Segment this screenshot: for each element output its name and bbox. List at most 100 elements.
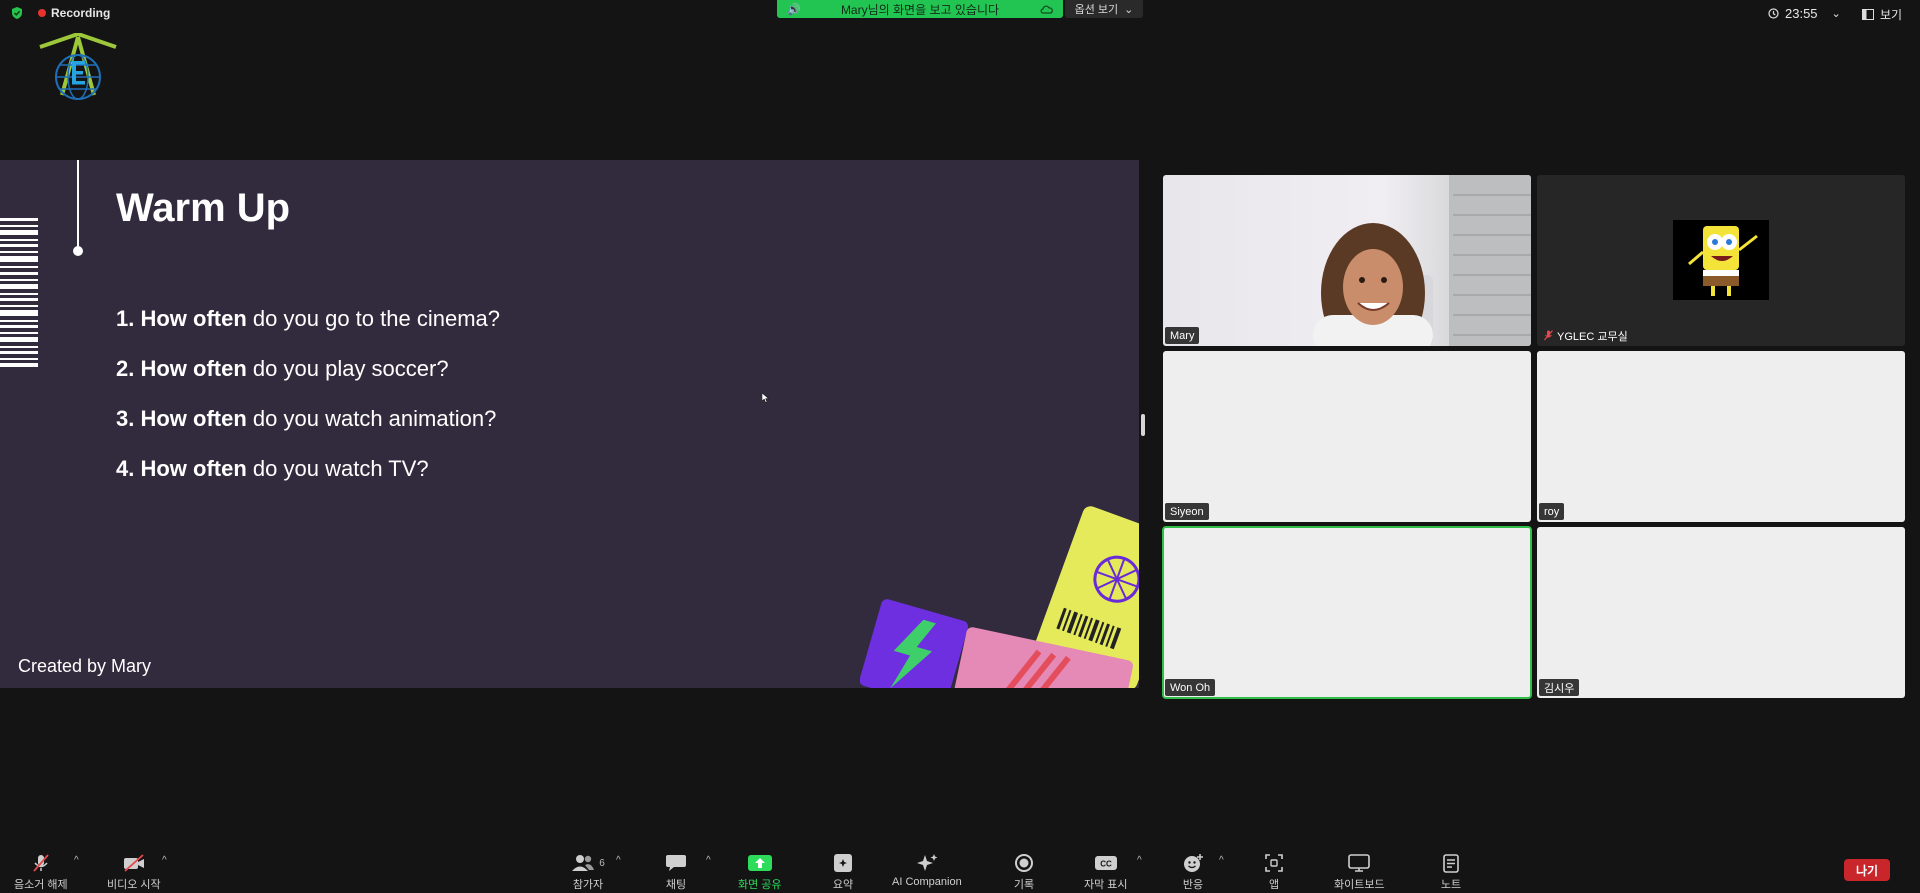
view-button[interactable]: 보기 bbox=[1862, 6, 1902, 23]
video-off-icon bbox=[123, 854, 144, 872]
reactions-label: 반응 bbox=[1182, 879, 1204, 891]
clock-time: 23:55 bbox=[1785, 6, 1818, 21]
question-item: 2. How often do you play soccer? bbox=[116, 356, 449, 382]
slide-line-dot bbox=[73, 246, 83, 256]
apps-button[interactable]: 앱 bbox=[1259, 853, 1289, 892]
slide-vertical-line bbox=[77, 160, 79, 250]
participant-name-tag: YGLEC 교무실 bbox=[1539, 327, 1633, 344]
shield-icon[interactable] bbox=[10, 6, 24, 20]
whiteboard-icon bbox=[1348, 854, 1371, 872]
share-screen-button[interactable]: 화면 공유 bbox=[738, 853, 782, 892]
question-text: do you watch TV? bbox=[246, 456, 429, 481]
ai-companion-button[interactable]: AI Companion bbox=[892, 853, 962, 888]
split-view-handle[interactable] bbox=[1141, 414, 1145, 436]
academy-logo bbox=[39, 33, 117, 100]
captions-options-caret-icon[interactable]: ^ bbox=[1137, 855, 1142, 866]
question-emphasis: How often bbox=[140, 356, 247, 381]
cloud-icon bbox=[1040, 5, 1053, 14]
video-tile-roy[interactable]: roy bbox=[1537, 351, 1905, 522]
grid-view-icon bbox=[1862, 9, 1874, 20]
video-tile-mary[interactable]: Mary bbox=[1163, 175, 1531, 346]
ai-companion-label: AI Companion bbox=[892, 876, 962, 888]
participant-name: 김시우 bbox=[1544, 682, 1575, 695]
chat-options-caret-icon[interactable]: ^ bbox=[706, 855, 711, 866]
question-number: 3. bbox=[116, 406, 135, 431]
question-number: 1. bbox=[116, 306, 135, 331]
participant-name-tag: Won Oh bbox=[1165, 679, 1216, 696]
chevron-down-icon: ⌄ bbox=[1831, 8, 1841, 20]
participant-name: Siyeon bbox=[1170, 505, 1204, 518]
participant-name: roy bbox=[1544, 505, 1560, 518]
question-emphasis: How often bbox=[140, 406, 247, 431]
summary-label: 요약 bbox=[832, 879, 854, 891]
clock-icon bbox=[1768, 8, 1779, 19]
ticket-illustration bbox=[860, 506, 1139, 688]
reactions-options-caret-icon[interactable]: ^ bbox=[1219, 855, 1224, 866]
share-screen-icon bbox=[747, 855, 772, 871]
participant-name-tag: Siyeon bbox=[1165, 503, 1209, 520]
question-emphasis: How often bbox=[140, 456, 247, 481]
leave-button[interactable]: 나기 bbox=[1844, 859, 1890, 881]
participant-video bbox=[1313, 175, 1531, 346]
apps-label: 앱 bbox=[1268, 879, 1280, 891]
start-video-label: 비디오 시작 bbox=[107, 879, 161, 891]
participants-label: 참가자 bbox=[572, 879, 604, 891]
reactions-icon bbox=[1184, 854, 1203, 872]
chat-label: 채팅 bbox=[665, 879, 687, 891]
view-label: 보기 bbox=[1880, 8, 1903, 22]
captions-icon: CC bbox=[1094, 856, 1117, 870]
meeting-clock[interactable]: 23:55 ⌄ bbox=[1768, 6, 1841, 21]
video-tile-yglec[interactable]: YGLEC 교무실 bbox=[1537, 175, 1905, 346]
svg-text:CC: CC bbox=[1100, 860, 1112, 869]
record-button[interactable]: 기록 bbox=[1009, 853, 1039, 892]
participant-name: YGLEC 교무실 bbox=[1557, 330, 1628, 343]
recording-indicator[interactable]: Recording bbox=[38, 5, 110, 21]
video-tile-won-oh[interactable]: Won Oh bbox=[1162, 526, 1532, 699]
participants-count: 6 bbox=[599, 857, 605, 869]
barcode-decoration bbox=[0, 218, 38, 367]
audio-options-caret-icon[interactable]: ^ bbox=[74, 855, 79, 866]
video-options-caret-icon[interactable]: ^ bbox=[162, 855, 167, 866]
participant-name-tag: roy bbox=[1539, 503, 1565, 520]
question-item: 1. How often do you go to the cinema? bbox=[116, 306, 500, 332]
unmute-button[interactable]: 음소거 해제 bbox=[14, 853, 68, 892]
video-tile-kim-siwoo[interactable]: 김시우 bbox=[1537, 527, 1905, 698]
video-tile-siyeon[interactable]: Siyeon bbox=[1163, 351, 1531, 522]
question-number: 2. bbox=[116, 356, 135, 381]
record-icon bbox=[1015, 854, 1033, 872]
shared-slide: Warm Up 1. How often do you go to the ci… bbox=[0, 160, 1139, 688]
muted-mic-icon bbox=[33, 854, 49, 872]
view-options-label: 옵션 보기 bbox=[1074, 4, 1119, 16]
chevron-down-icon: ⌄ bbox=[1124, 3, 1134, 16]
share-screen-label: 화면 공유 bbox=[738, 879, 782, 891]
participant-name: Won Oh bbox=[1170, 681, 1211, 694]
ai-sparkle-icon bbox=[916, 854, 938, 871]
slide-title: Warm Up bbox=[116, 186, 291, 230]
whiteboard-label: 화이트보드 bbox=[1334, 879, 1385, 891]
chat-button[interactable]: 채팅 bbox=[661, 853, 691, 892]
summary-icon bbox=[834, 854, 852, 872]
mouse-cursor-icon bbox=[762, 393, 770, 403]
apps-icon bbox=[1265, 854, 1283, 872]
unmute-label: 음소거 해제 bbox=[14, 879, 68, 891]
reactions-button[interactable]: 반응 bbox=[1178, 853, 1208, 892]
share-banner: 🔊 Mary님의 화면을 보고 있습니다 bbox=[777, 0, 1063, 18]
summary-button[interactable]: 요약 bbox=[828, 853, 858, 892]
notes-icon bbox=[1443, 854, 1459, 873]
participants-button[interactable]: 6 참가자 bbox=[564, 853, 612, 892]
participant-name-tag: Mary bbox=[1165, 327, 1200, 344]
question-text: do you go to the cinema? bbox=[246, 306, 500, 331]
participants-icon bbox=[572, 855, 595, 871]
participant-name: Mary bbox=[1170, 329, 1195, 342]
view-options-button[interactable]: 옵션 보기 ⌄ bbox=[1065, 0, 1143, 18]
top-bar: Recording 🔊 Mary님의 화면을 보고 있습니다 옵션 보기 ⌄ 2… bbox=[0, 0, 1920, 26]
question-text: do you play soccer? bbox=[246, 356, 449, 381]
chat-icon bbox=[666, 855, 686, 871]
captions-button[interactable]: CC 자막 표시 bbox=[1084, 853, 1128, 892]
participant-name-tag: 김시우 bbox=[1539, 679, 1580, 696]
notes-button[interactable]: 노트 bbox=[1436, 853, 1466, 892]
muted-mic-icon bbox=[1544, 330, 1553, 341]
start-video-button[interactable]: 비디오 시작 bbox=[107, 853, 161, 892]
whiteboard-button[interactable]: 화이트보드 bbox=[1334, 853, 1385, 892]
participants-options-caret-icon[interactable]: ^ bbox=[616, 855, 621, 866]
